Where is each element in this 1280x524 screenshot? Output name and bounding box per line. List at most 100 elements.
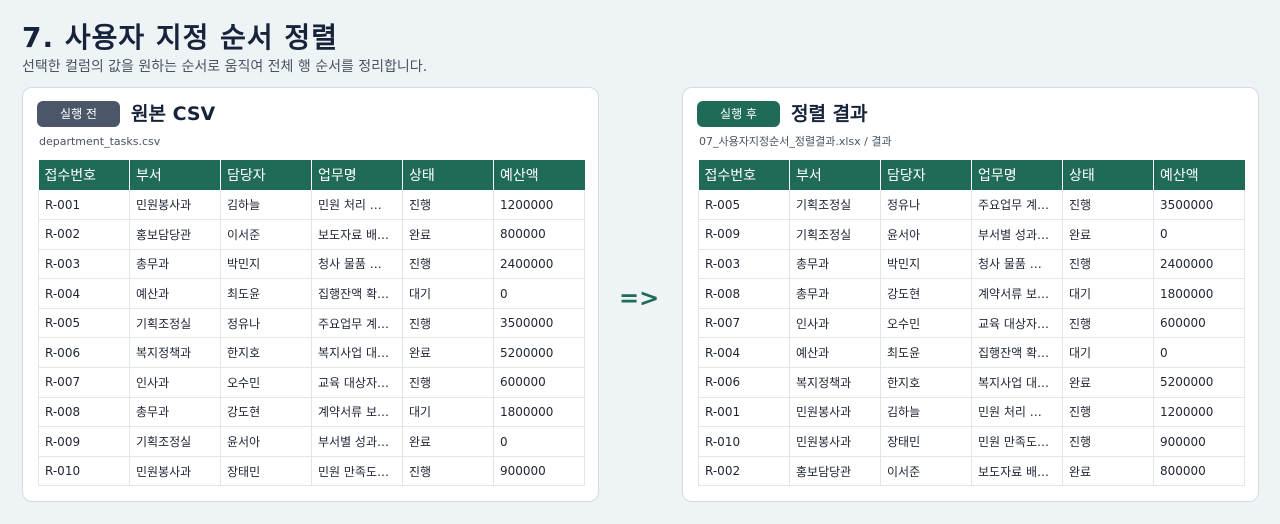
table-cell: 강도현	[220, 397, 312, 428]
table-cell: 주요업무 계…	[311, 308, 403, 339]
table-cell: 보도자료 배…	[311, 219, 403, 250]
table-cell: 정유나	[220, 308, 312, 339]
table-cell: 3500000	[493, 308, 585, 339]
table-row: R-010 민원봉사과 장태민 민원 만족도… 진행 900000	[698, 426, 1245, 457]
table-cell: 0	[1153, 219, 1245, 250]
table-cell: 진행	[402, 249, 494, 280]
table-cell: 교육 대상자…	[971, 308, 1063, 339]
table-cell: 인사과	[789, 308, 881, 339]
table-row: R-006 복지정책과 한지호 복지사업 대… 완료 5200000	[38, 337, 585, 369]
column-header: 담당자	[880, 160, 972, 190]
column-header: 상태	[402, 160, 494, 190]
table-cell: 1800000	[1153, 278, 1245, 309]
table-cell: 예산과	[129, 278, 221, 309]
table-cell: 5200000	[1153, 367, 1245, 398]
table-row: R-004 예산과 최도윤 집행잔액 확… 대기 0	[698, 337, 1245, 369]
table-cell: R-008	[38, 397, 130, 428]
page-subtitle: 선택한 컬럼의 값을 원하는 순서로 움직여 전체 행 순서를 정리합니다.	[22, 59, 428, 75]
table-cell: 인사과	[129, 367, 221, 398]
table-row: R-002 홍보담당관 이서준 보도자료 배… 완료 800000	[698, 456, 1245, 487]
before-table-body: R-001 민원봉사과 김하늘 민원 처리 … 진행 1200000 R-002 홍보담당관 이…	[38, 190, 585, 487]
table-cell: 0	[493, 278, 585, 309]
table-cell: 복지정책과	[129, 337, 221, 369]
table-cell: 홍보담당관	[789, 456, 881, 487]
table-cell: 완료	[402, 426, 494, 457]
table-cell: 1200000	[493, 190, 585, 221]
after-filename: 07_사용자지정순서_정렬결과.xlsx / 결과	[699, 135, 892, 148]
table-cell: R-009	[38, 426, 130, 457]
table-cell: 청사 물품 …	[971, 249, 1063, 280]
table-cell: 예산과	[789, 337, 881, 369]
table-cell: 장태민	[880, 426, 972, 457]
table-cell: 보도자료 배…	[971, 456, 1063, 487]
table-cell: R-008	[698, 278, 790, 309]
before-badge: 실행 전	[37, 101, 120, 127]
after-table: 접수번호 부서 담당자 업무명 상태 예산액 R-005 기획조정실 정유나 주요업무…	[698, 160, 1245, 487]
table-cell: 한지호	[880, 367, 972, 398]
table-cell: 진행	[1062, 397, 1154, 428]
table-cell: 진행	[402, 308, 494, 339]
table-row: R-003 총무과 박민지 청사 물품 … 진행 2400000	[38, 249, 585, 280]
page-title: 7. 사용자 지정 순서 정렬	[22, 21, 338, 54]
table-cell: 기획조정실	[129, 308, 221, 339]
column-header: 접수번호	[698, 160, 790, 190]
table-row: R-009 기획조정실 윤서아 부서별 성과… 완료 0	[698, 219, 1245, 250]
table-row: R-008 총무과 강도현 계약서류 보… 대기 1800000	[698, 278, 1245, 309]
table-cell: R-010	[38, 456, 130, 487]
column-header: 예산액	[493, 160, 585, 190]
table-cell: 완료	[1062, 219, 1154, 250]
table-cell: R-004	[698, 337, 790, 369]
table-cell: 민원봉사과	[789, 426, 881, 457]
table-cell: 최도윤	[880, 337, 972, 369]
table-row: R-009 기획조정실 윤서아 부서별 성과… 완료 0	[38, 426, 585, 457]
table-row: R-007 인사과 오수민 교육 대상자… 진행 600000	[38, 367, 585, 398]
table-cell: R-005	[698, 190, 790, 221]
after-panel: 실행 후 정렬 결과 07_사용자지정순서_정렬결과.xlsx / 결과 접수번…	[682, 87, 1259, 502]
table-cell: 완료	[1062, 367, 1154, 398]
table-cell: 기획조정실	[789, 219, 881, 250]
column-header: 부서	[129, 160, 221, 190]
column-header: 접수번호	[38, 160, 130, 190]
column-header: 업무명	[311, 160, 403, 190]
table-cell: 5200000	[493, 337, 585, 369]
table-cell: 총무과	[789, 249, 881, 280]
table-cell: 집행잔액 확…	[311, 278, 403, 309]
table-cell: R-004	[38, 278, 130, 309]
column-header: 업무명	[971, 160, 1063, 190]
table-cell: 진행	[1062, 426, 1154, 457]
table-row: R-002 홍보담당관 이서준 보도자료 배… 완료 800000	[38, 219, 585, 250]
table-cell: 윤서아	[220, 426, 312, 457]
table-cell: R-001	[38, 190, 130, 221]
table-cell: 대기	[402, 397, 494, 428]
table-cell: 김하늘	[220, 190, 312, 221]
table-cell: 최도윤	[220, 278, 312, 309]
table-cell: R-007	[698, 308, 790, 339]
table-cell: 민원 만족도…	[971, 426, 1063, 457]
table-cell: 윤서아	[880, 219, 972, 250]
table-cell: 대기	[1062, 337, 1154, 369]
table-cell: R-010	[698, 426, 790, 457]
table-cell: 완료	[1062, 456, 1154, 487]
table-cell: 민원봉사과	[129, 456, 221, 487]
table-cell: 600000	[493, 367, 585, 398]
table-cell: 김하늘	[880, 397, 972, 428]
table-cell: 완료	[402, 337, 494, 369]
before-panel-title: 원본 CSV	[131, 103, 216, 125]
table-row: R-004 예산과 최도윤 집행잔액 확… 대기 0	[38, 278, 585, 309]
table-cell: 정유나	[880, 190, 972, 221]
table-cell: 800000	[493, 219, 585, 250]
after-table-body: R-005 기획조정실 정유나 주요업무 계… 진행 3500000 R-009 기획조정실 윤…	[698, 190, 1245, 487]
table-cell: R-007	[38, 367, 130, 398]
table-cell: 민원 만족도…	[311, 456, 403, 487]
table-cell: 민원봉사과	[789, 397, 881, 428]
table-cell: 총무과	[129, 397, 221, 428]
before-table: 접수번호 부서 담당자 업무명 상태 예산액 R-001 민원봉사과 김하늘 민원 처…	[38, 160, 585, 487]
table-cell: 1800000	[493, 397, 585, 428]
table-cell: 민원봉사과	[129, 190, 221, 221]
table-row: R-005 기획조정실 정유나 주요업무 계… 진행 3500000	[698, 190, 1245, 221]
table-cell: 총무과	[789, 278, 881, 309]
table-cell: 교육 대상자…	[311, 367, 403, 398]
table-cell: 600000	[1153, 308, 1245, 339]
table-cell: R-001	[698, 397, 790, 428]
table-cell: 강도현	[880, 278, 972, 309]
